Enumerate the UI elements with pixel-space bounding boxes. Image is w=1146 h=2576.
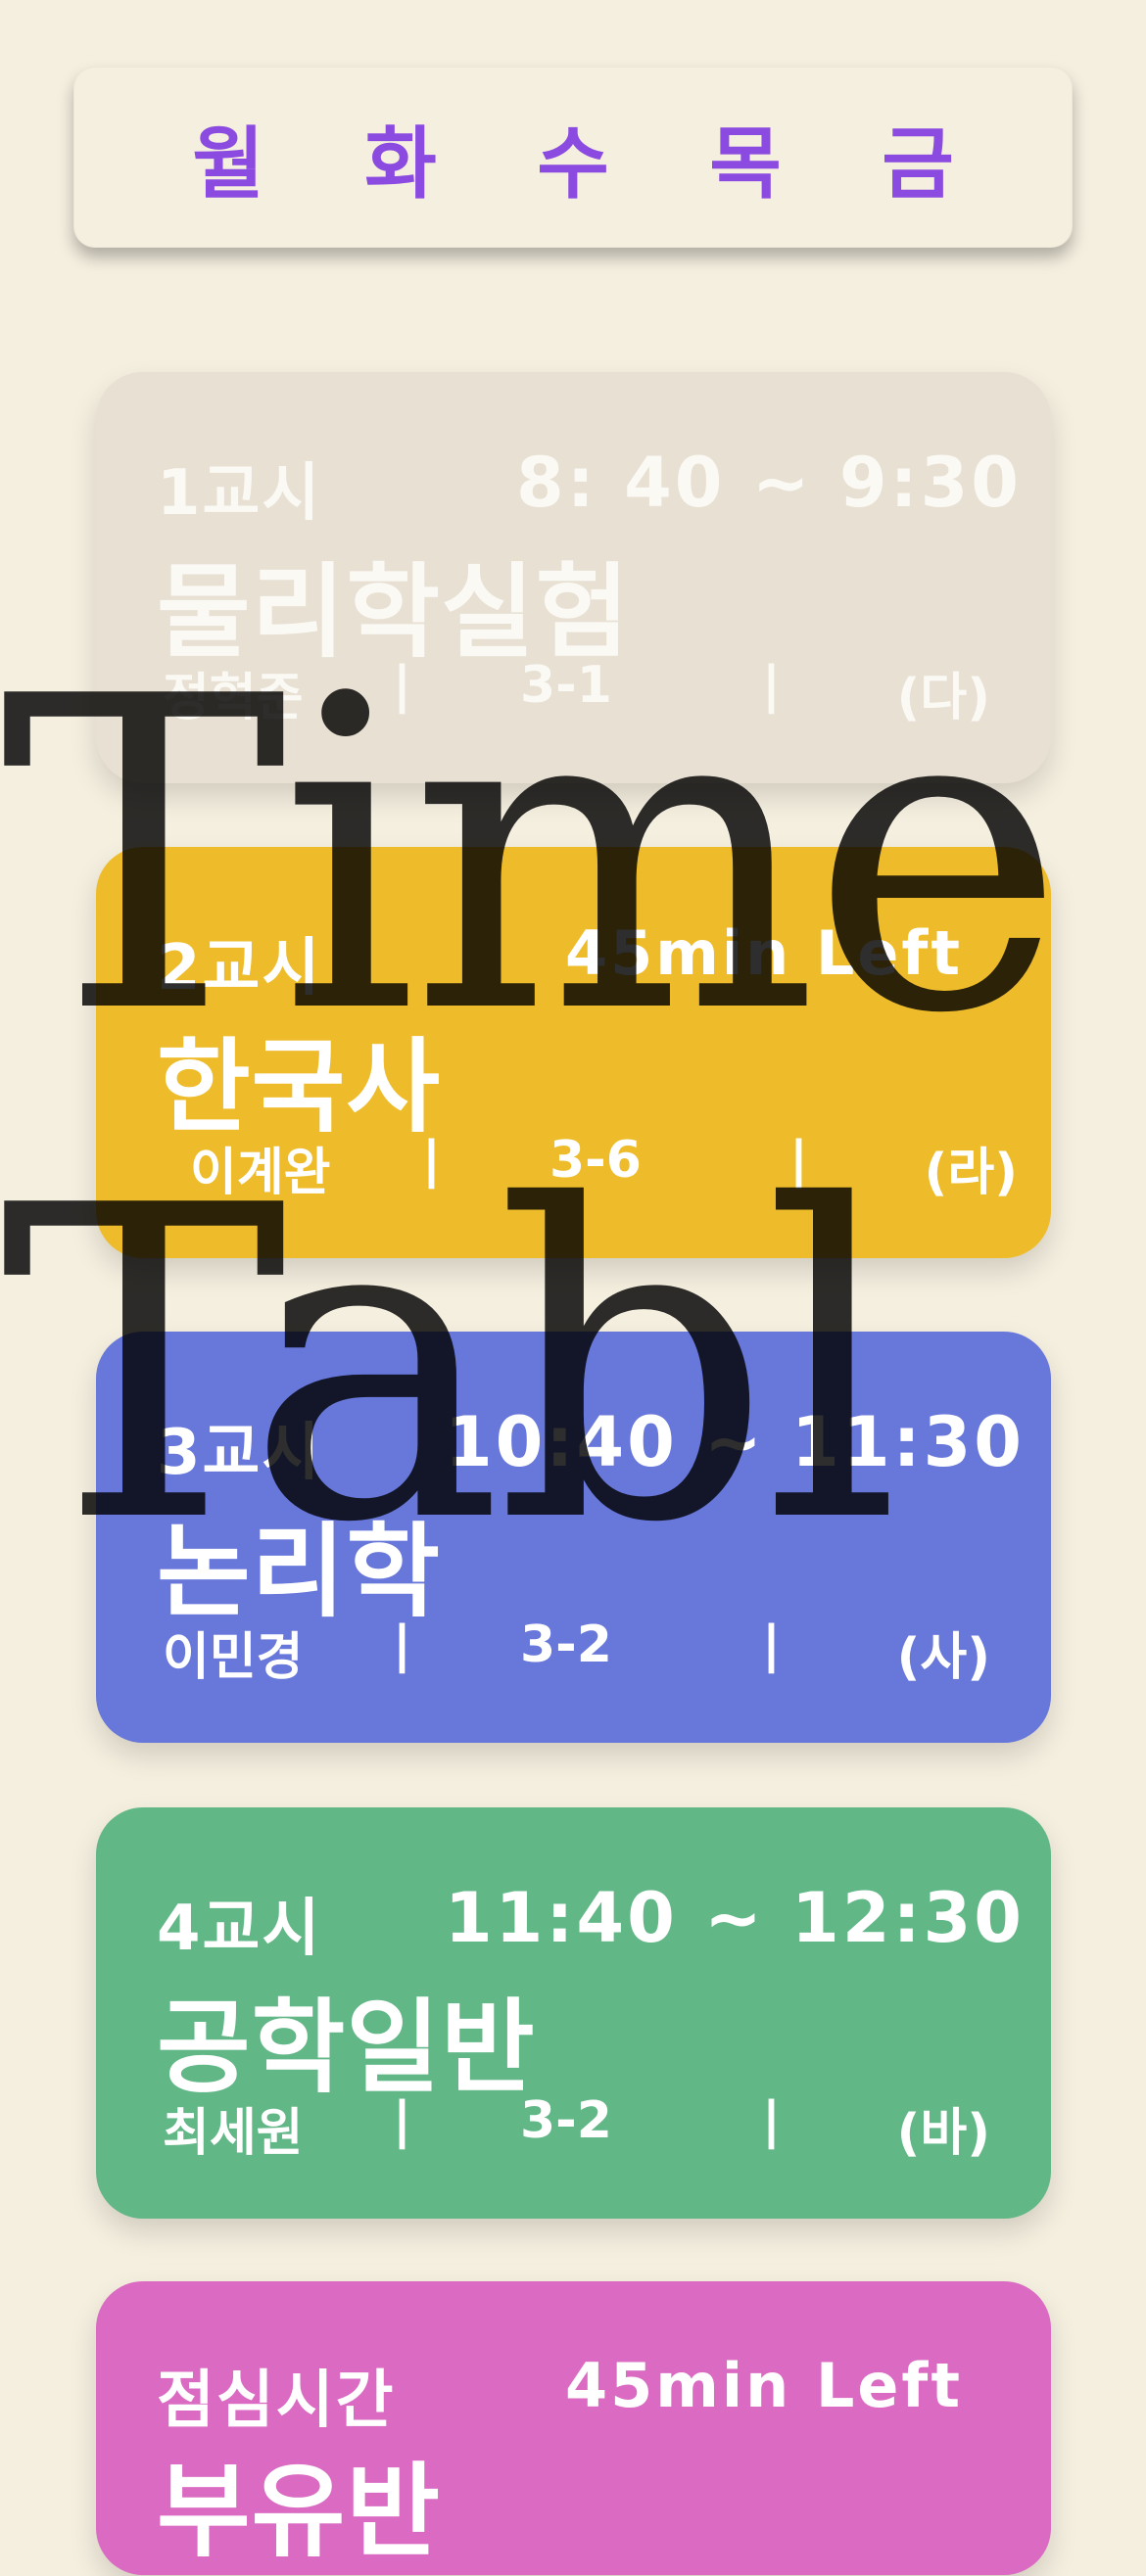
period-label: 1교시: [157, 457, 322, 530]
separator: |: [393, 1616, 411, 1674]
separator: |: [393, 656, 411, 715]
class-code: (라): [924, 1144, 1018, 1202]
period-label: 2교시: [157, 932, 322, 1005]
separator: |: [789, 1131, 808, 1190]
day-tab-thu[interactable]: 목: [709, 101, 782, 214]
time-remaining: 45min Left: [564, 2350, 963, 2421]
room-number: 3-2: [520, 1616, 612, 1674]
subject-title: 부유반: [157, 2452, 442, 2571]
class-code: (다): [896, 669, 990, 727]
class-card-4[interactable]: 4교시 11:40 ~ 12:30 공학일반 최세원 | 3-2 | (바): [96, 1807, 1051, 2219]
room-number: 3-6: [549, 1131, 642, 1190]
card-header: 1교시 8: 40 ~ 9:30: [157, 443, 1022, 530]
class-time: 11:40 ~ 12:30: [444, 1878, 1025, 1958]
teacher-name: 정혁준: [163, 669, 304, 727]
class-details: 정혁준 | 3-1 | (다): [163, 656, 990, 727]
lunch-card[interactable]: 점심시간 45min Left 부유반: [96, 2281, 1051, 2575]
time-remaining: 45min Left: [564, 917, 963, 989]
period-label: 점심시간: [157, 2365, 396, 2437]
day-tab-wed[interactable]: 수: [537, 101, 609, 214]
class-code: (바): [896, 2104, 990, 2163]
period-label: 4교시: [157, 1893, 322, 1965]
subject-title: 물리학실험: [157, 552, 631, 672]
class-card-3[interactable]: 3교시 10:40 ~ 11:30 논리학 이민경 | 3-2 | (사): [96, 1332, 1051, 1743]
day-tab-tue[interactable]: 화: [364, 101, 437, 214]
subject-title: 논리학: [157, 1512, 442, 1631]
weekday-selector: 월 화 수 목 금: [73, 67, 1073, 248]
day-tab-mon[interactable]: 월: [192, 101, 264, 214]
separator: |: [422, 1131, 441, 1190]
class-card-2[interactable]: 2교시 45min Left 한국사 이계완 | 3-6 | (라): [96, 847, 1051, 1258]
teacher-name: 이민경: [163, 1628, 304, 1687]
class-details: 이계완 | 3-6 | (라): [163, 1131, 1018, 1202]
subject-title: 한국사: [157, 1027, 442, 1147]
period-label: 3교시: [157, 1417, 322, 1489]
card-header: 점심시간 45min Left: [157, 2350, 1022, 2437]
separator: |: [762, 656, 781, 715]
separator: |: [762, 1616, 781, 1674]
teacher-name: 이계완: [190, 1144, 331, 1202]
teacher-name: 최세원: [163, 2104, 304, 2163]
day-tab-fri[interactable]: 금: [882, 101, 954, 214]
class-time: 8: 40 ~ 9:30: [516, 443, 1022, 523]
class-time: 10:40 ~ 11:30: [444, 1402, 1025, 1482]
separator: |: [393, 2091, 411, 2150]
card-header: 2교시 45min Left: [157, 917, 1022, 1005]
separator: |: [762, 2091, 781, 2150]
class-card-1[interactable]: 1교시 8: 40 ~ 9:30 물리학실험 정혁준 | 3-1 | (다): [96, 372, 1051, 783]
class-code: (사): [896, 1628, 990, 1687]
class-details: 최세원 | 3-2 | (바): [163, 2091, 990, 2163]
subject-title: 공학일반: [157, 1988, 536, 2107]
room-number: 3-2: [520, 2091, 612, 2150]
class-details: 이민경 | 3-2 | (사): [163, 1616, 990, 1687]
room-number: 3-1: [520, 656, 612, 715]
card-header: 4교시 11:40 ~ 12:30: [157, 1878, 1025, 1965]
card-header: 3교시 10:40 ~ 11:30: [157, 1402, 1025, 1489]
